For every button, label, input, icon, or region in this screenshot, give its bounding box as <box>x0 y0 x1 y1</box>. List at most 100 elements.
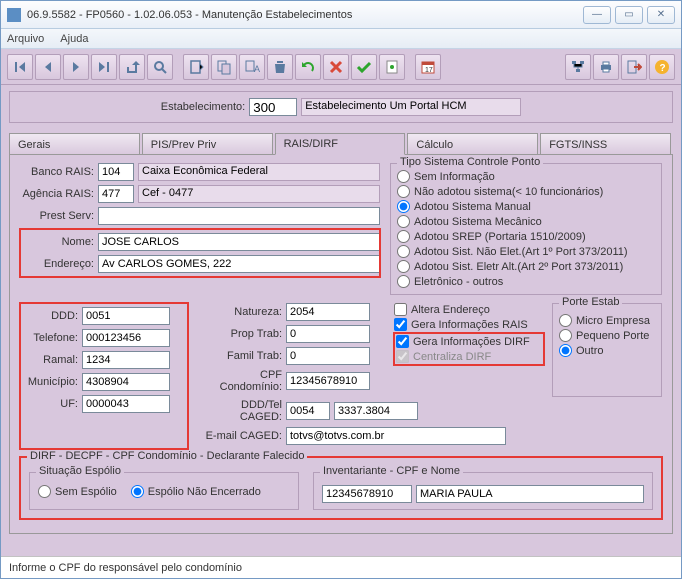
minimize-button[interactable]: — <box>583 6 611 24</box>
delete-button[interactable] <box>267 54 293 80</box>
svg-text:A: A <box>254 64 260 74</box>
menu-ajuda[interactable]: Ajuda <box>60 33 88 45</box>
situacao-fieldset: Situação Espólio Sem Espólio Espólio Não… <box>29 472 299 510</box>
tabs: Gerais PIS/Prev Priv RAIS/DIRF Cálculo F… <box>9 133 673 155</box>
tab-gerais[interactable]: Gerais <box>9 133 140 155</box>
confirm-button[interactable] <box>351 54 377 80</box>
ramal-label: Ramal: <box>22 354 82 366</box>
prest-label: Prest Serv: <box>20 210 98 222</box>
tab-fgts[interactable]: FGTS/INSS <box>540 133 671 155</box>
window-title: 06.9.5582 - FP0560 - 1.02.06.053 - Manut… <box>27 9 583 21</box>
centraliza-chk[interactable] <box>396 350 409 363</box>
invent-legend: Inventariante - CPF e Nome <box>320 465 463 477</box>
ponto-o2[interactable] <box>397 185 410 198</box>
email-input[interactable] <box>286 427 506 445</box>
maximize-button[interactable]: ▭ <box>615 6 643 24</box>
porte-legend: Porte Estab <box>559 296 622 308</box>
svg-text:?: ? <box>660 63 666 74</box>
tab-pis[interactable]: PIS/Prev Priv <box>142 133 273 155</box>
dddtel-label: DDD/Tel CAGED: <box>196 399 286 423</box>
banco-label: Banco RAIS: <box>20 166 98 178</box>
ponto-o4[interactable] <box>397 215 410 228</box>
copy-button[interactable] <box>211 54 237 80</box>
ponto-o5[interactable] <box>397 230 410 243</box>
close-button[interactable]: ✕ <box>647 6 675 24</box>
app-icon <box>7 8 21 22</box>
porte-fieldset: Porte Estab Micro Empresa Pequeno Porte … <box>552 303 662 397</box>
mun-input[interactable] <box>82 373 170 391</box>
mun-label: Município: <box>22 376 82 388</box>
search-button[interactable] <box>147 54 173 80</box>
nome-input[interactable] <box>98 233 380 251</box>
tel-label: Telefone: <box>22 332 82 344</box>
invent-nome-input[interactable] <box>416 485 644 503</box>
cancel-button[interactable] <box>323 54 349 80</box>
exit-button[interactable] <box>621 54 647 80</box>
dddtel-tel-input[interactable] <box>334 402 418 420</box>
print-button[interactable] <box>593 54 619 80</box>
nav-first-button[interactable] <box>7 54 33 80</box>
content: Estabelecimento: Estabelecimento Um Port… <box>1 85 681 556</box>
nav-last-button[interactable] <box>91 54 117 80</box>
ponto-fieldset: Tipo Sistema Controle Ponto Sem Informaç… <box>390 163 662 295</box>
tree-button[interactable] <box>565 54 591 80</box>
ramal-input[interactable] <box>82 351 170 369</box>
geradirf-chk[interactable] <box>396 335 409 348</box>
dddtel-ddd-input[interactable] <box>286 402 330 420</box>
new-button[interactable] <box>183 54 209 80</box>
nav-next-button[interactable] <box>63 54 89 80</box>
cpfcond-input[interactable] <box>286 372 370 390</box>
porte-micro[interactable] <box>559 314 572 327</box>
goto-button[interactable] <box>119 54 145 80</box>
invent-fieldset: Inventariante - CPF e Nome <box>313 472 653 510</box>
nao-encerrado[interactable] <box>131 485 144 498</box>
estab-name-display: Estabelecimento Um Portal HCM <box>301 98 521 116</box>
estabelecimento-row: Estabelecimento: Estabelecimento Um Port… <box>9 91 673 123</box>
end-input[interactable] <box>98 255 380 273</box>
ddd-label: DDD: <box>22 310 82 322</box>
status-text: Informe o CPF do responsável pelo condom… <box>9 562 242 574</box>
altera-chk[interactable] <box>394 303 407 316</box>
ponto-legend: Tipo Sistema Controle Ponto <box>397 156 543 168</box>
ddd-input[interactable] <box>82 307 170 325</box>
estab-code-input[interactable] <box>249 98 297 116</box>
porte-pequeno[interactable] <box>559 329 572 342</box>
invent-cpf-input[interactable] <box>322 485 412 503</box>
sem-espolio[interactable] <box>38 485 51 498</box>
calendar-button[interactable]: 17 <box>415 54 441 80</box>
estab-label: Estabelecimento: <box>161 101 245 113</box>
famil-label: Famil Trab: <box>196 350 286 362</box>
doc-button[interactable] <box>379 54 405 80</box>
porte-outro[interactable] <box>559 344 572 357</box>
menu-arquivo[interactable]: Arquivo <box>7 33 44 45</box>
prest-input[interactable] <box>98 207 380 225</box>
gerarais-chk[interactable] <box>394 318 407 331</box>
ponto-o7[interactable] <box>397 260 410 273</box>
tel-input[interactable] <box>82 329 170 347</box>
uf-label: UF: <box>22 398 82 410</box>
nat-label: Natureza: <box>196 306 286 318</box>
agencia-input[interactable] <box>98 185 134 203</box>
nat-input[interactable] <box>286 303 370 321</box>
famil-input[interactable] <box>286 347 370 365</box>
banco-input[interactable] <box>98 163 134 181</box>
nav-prev-button[interactable] <box>35 54 61 80</box>
dirf-legend: DIRF - DECPF - CPF Condomínio - Declaran… <box>27 450 307 462</box>
prop-input[interactable] <box>286 325 370 343</box>
help-button[interactable]: ? <box>649 54 675 80</box>
tab-calculo[interactable]: Cálculo <box>407 133 538 155</box>
ponto-o6[interactable] <box>397 245 410 258</box>
tab-body: Banco RAIS: Caixa Econômica Federal Agên… <box>9 154 673 534</box>
menubar: Arquivo Ajuda <box>1 29 681 49</box>
ponto-o8[interactable] <box>397 275 410 288</box>
tab-rais-dirf[interactable]: RAIS/DIRF <box>275 133 406 155</box>
banco-nome: Caixa Econômica Federal <box>138 163 380 181</box>
agencia-label: Agência RAIS: <box>20 188 98 200</box>
ponto-o1[interactable] <box>397 170 410 183</box>
svg-text:17: 17 <box>425 67 433 74</box>
undo-button[interactable] <box>295 54 321 80</box>
window: 06.9.5582 - FP0560 - 1.02.06.053 - Manut… <box>0 0 682 579</box>
ponto-o3[interactable] <box>397 200 410 213</box>
uf-input[interactable] <box>82 395 170 413</box>
rename-button[interactable]: A <box>239 54 265 80</box>
